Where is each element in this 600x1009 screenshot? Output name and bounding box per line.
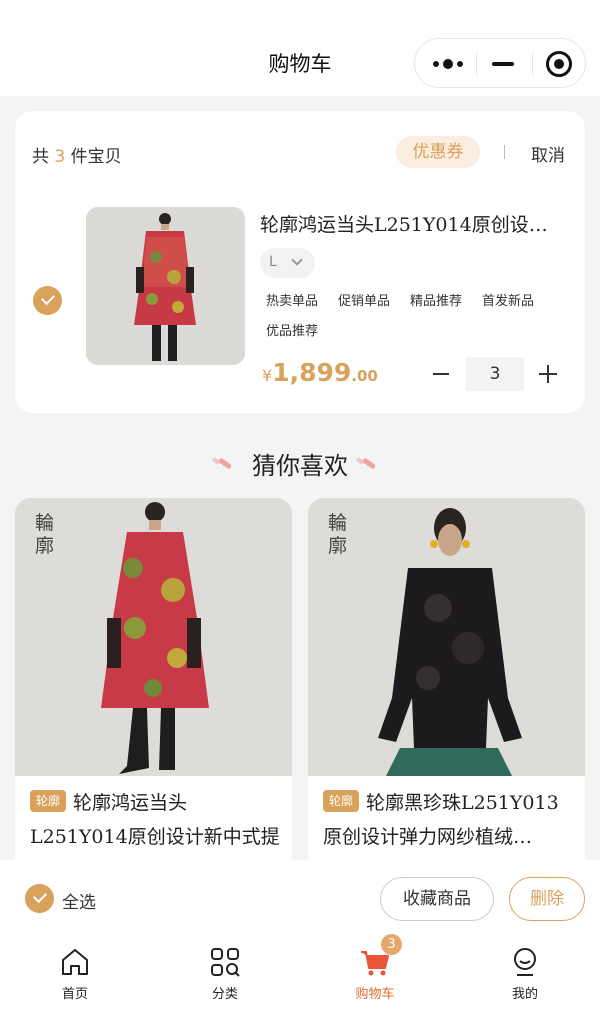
delete-button[interactable]: 删除 (509, 877, 585, 921)
recommend-title: 猜你喜欢 (252, 452, 348, 480)
tab-label: 购物车 (355, 987, 395, 1002)
product-tag: 优品推荐 (266, 324, 319, 339)
coupon-button[interactable]: 优惠券 (396, 136, 480, 168)
more-icon[interactable] (433, 59, 463, 69)
quantity-increase-button[interactable] (539, 365, 557, 383)
recommend-image[interactable]: 輪廓 (15, 498, 292, 776)
home-icon (62, 949, 88, 975)
tab-label: 我的 (511, 987, 538, 1002)
price-decimal: .00 (351, 367, 378, 385)
divider (504, 145, 505, 159)
close-circle-icon[interactable] (546, 51, 572, 77)
size-selector[interactable]: L (260, 248, 315, 278)
product-image[interactable] (86, 207, 245, 365)
capsule-divider (476, 53, 477, 75)
select-all-label[interactable]: 全选 (62, 888, 96, 913)
recommend-card[interactable]: 輪廓 轮廓 轮廓鸿运当头L251Y014原创设计新中式提花… (15, 498, 292, 868)
tab-label: 首页 (61, 987, 88, 1002)
tab-cart[interactable]: 购物车 (300, 938, 450, 1009)
category-icon (211, 948, 240, 977)
cart-action-bar: 全选 收藏商品 删除 (0, 860, 600, 938)
item-checkbox[interactable] (33, 286, 62, 315)
item-count: 共 3 件宝贝 (32, 142, 122, 167)
select-all-checkbox[interactable] (25, 884, 54, 913)
sparkle-icon (355, 455, 382, 471)
recommend-product-name[interactable]: 轮廓鸿运当头L251Y014原创设计新中式提花… (30, 786, 282, 854)
recommend-image[interactable]: 輪廓 (308, 498, 585, 776)
product-tag: 促销单品 (338, 294, 391, 309)
product-name[interactable]: 轮廓鸿运当头L251Y014原创设计新中式提花 (260, 210, 565, 237)
product-price: ¥1,899.00 (262, 358, 378, 387)
recommend-product-name[interactable]: 轮廓黑珍珠L251Y013原创设计弹力网纱植绒… (323, 786, 575, 854)
profile-icon (514, 948, 536, 976)
count-prefix: 共 (32, 147, 49, 167)
tab-category[interactable]: 分类 (150, 938, 300, 1009)
quantity-input[interactable]: 3 (466, 357, 524, 391)
quantity-decrease-button[interactable] (433, 373, 449, 375)
nav-header: 购物车 (0, 0, 600, 96)
tab-label: 分类 (211, 987, 238, 1002)
price-currency: ¥ (262, 366, 273, 385)
chevron-down-icon (291, 254, 303, 266)
count-number: 3 (54, 147, 66, 167)
count-suffix: 件宝贝 (70, 147, 122, 167)
bottom-tab-bar: 首页 分类 购物车 我的 (0, 938, 600, 1009)
favorite-button[interactable]: 收藏商品 (380, 877, 494, 921)
product-tag: 热卖单品 (266, 294, 319, 309)
capsule-divider (532, 53, 533, 75)
mini-program-capsule (414, 38, 586, 88)
product-tag: 精品推荐 (410, 294, 463, 309)
size-value: L (269, 254, 277, 270)
recommend-card[interactable]: 輪廓 轮廓 轮廓黑珍珠L251Y013原创设计弹力网纱植绒… (308, 498, 585, 868)
price-integer: 1,899 (272, 358, 352, 387)
minimize-icon[interactable] (492, 62, 514, 66)
tab-home[interactable]: 首页 (0, 938, 150, 1009)
cart-count-badge: 3 (381, 934, 402, 955)
brand-watermark: 輪廓 (328, 512, 348, 557)
brand-watermark: 輪廓 (35, 512, 55, 557)
product-tag: 首发新品 (482, 294, 535, 309)
cancel-button[interactable]: 取消 (531, 141, 565, 166)
tab-profile[interactable]: 我的 (450, 938, 600, 1009)
